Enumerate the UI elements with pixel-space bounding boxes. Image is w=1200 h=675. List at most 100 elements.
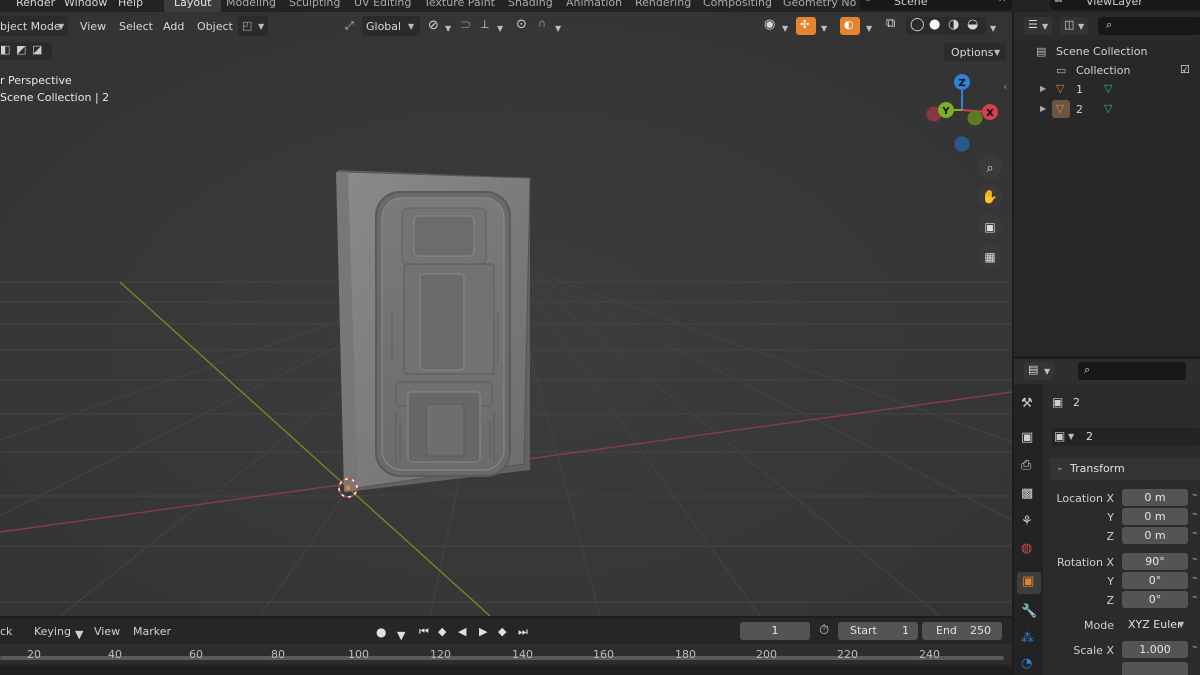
- scene-selector[interactable]: ⚙ Scene ✕: [860, 0, 1012, 10]
- timeline-ruler[interactable]: [0, 644, 1012, 664]
- tab-shading[interactable]: Shading: [498, 0, 563, 12]
- expand-arrow-icon[interactable]: ▶: [1040, 104, 1046, 113]
- options-button[interactable]: Options ▼: [944, 43, 1006, 61]
- transform-panel-header[interactable]: ⌄ Transform: [1050, 458, 1200, 480]
- view-layer-tab-icon[interactable]: ▩: [1021, 486, 1033, 501]
- menu-playback[interactable]: ck: [0, 625, 12, 638]
- modifier-tab-icon[interactable]: 🔧: [1021, 604, 1037, 619]
- transform-orientation-selector[interactable]: Global ▼: [362, 16, 420, 36]
- select-subtract-icon[interactable]: ◪: [32, 43, 42, 56]
- xray-icon[interactable]: ⧉: [886, 16, 895, 31]
- object-tab[interactable]: ▣: [1017, 572, 1041, 594]
- menu-help[interactable]: Help: [118, 0, 143, 9]
- collection-checkbox[interactable]: ☑: [1180, 63, 1190, 76]
- menu-add[interactable]: Add: [163, 20, 184, 33]
- current-frame-field[interactable]: 1: [740, 622, 810, 640]
- menu-marker[interactable]: Marker: [133, 625, 171, 638]
- proportional-edit-icon[interactable]: ⊙: [516, 17, 527, 32]
- overlay-toggle-button[interactable]: ◐: [840, 17, 860, 35]
- location-z-field[interactable]: 0 m: [1122, 527, 1188, 544]
- gizmo-neg-y[interactable]: [967, 110, 983, 126]
- menu-object[interactable]: Object: [197, 20, 233, 33]
- world-tab-icon[interactable]: ◍: [1021, 541, 1032, 556]
- end-frame-field[interactable]: End 250: [922, 622, 1002, 640]
- play-reverse-icon[interactable]: ◀: [458, 625, 466, 638]
- rotation-y-field[interactable]: 0°: [1122, 572, 1188, 589]
- timer-icon[interactable]: ⏱: [819, 623, 829, 638]
- keyframe-icon[interactable]: ⌁: [1192, 573, 1198, 584]
- gizmo-neg-z[interactable]: [954, 136, 970, 152]
- close-icon[interactable]: ✕: [998, 0, 1006, 5]
- tab-uv-editing[interactable]: UV Editing: [344, 0, 421, 12]
- select-new-icon[interactable]: ◧: [0, 43, 10, 56]
- outliner[interactable]: ☰ ▼ ◫ ▼ ⌕ ▤ Scene Collection ▭ Collectio…: [1014, 12, 1200, 356]
- material-shading-icon[interactable]: ◑: [948, 17, 959, 32]
- mode-selector[interactable]: bject Mode ▼: [0, 16, 68, 36]
- outliner-object-1[interactable]: 1: [1076, 83, 1083, 96]
- location-y-field[interactable]: 0 m: [1122, 508, 1188, 525]
- select-mode-buttons[interactable]: ◧ ◩ ◪: [0, 42, 52, 60]
- outliner-collection[interactable]: Collection: [1076, 64, 1130, 77]
- menu-keying[interactable]: Keying: [34, 625, 71, 638]
- particles-tab-icon[interactable]: ⁂: [1021, 631, 1034, 646]
- keyframe-icon[interactable]: ⌁: [1192, 509, 1198, 520]
- snap-icon[interactable]: ⊃: [460, 17, 472, 33]
- outliner-scene-collection[interactable]: Scene Collection: [1056, 45, 1147, 58]
- editor-type-button[interactable]: ◰ ▼: [238, 16, 268, 36]
- jump-end-icon[interactable]: ⏭: [518, 625, 528, 639]
- menu-render[interactable]: Render: [16, 0, 55, 9]
- physics-tab-icon[interactable]: ◔: [1021, 656, 1032, 671]
- falloff-icon[interactable]: ∩: [538, 17, 546, 30]
- tool-tab-icon[interactable]: ⚒: [1021, 396, 1033, 411]
- keyframe-icon[interactable]: ⌁: [1192, 592, 1198, 603]
- tab-animation[interactable]: Animation: [556, 0, 632, 12]
- gizmo-toggle-button[interactable]: ✣: [796, 17, 816, 35]
- next-keyframe-icon[interactable]: ◆: [498, 625, 506, 638]
- panel-object[interactable]: [336, 170, 531, 492]
- outliner-editor-type[interactable]: ☰ ▼: [1024, 17, 1052, 35]
- object-name-field[interactable]: ▣ ▼ 2: [1052, 428, 1200, 446]
- scale-y-field[interactable]: [1122, 662, 1188, 675]
- rotation-mode-select[interactable]: XYZ Euler ▼: [1122, 616, 1188, 633]
- jump-start-icon[interactable]: ⏮: [419, 625, 429, 639]
- tab-texture-paint[interactable]: Texture Paint: [414, 0, 505, 12]
- outliner-object-2[interactable]: 2: [1076, 103, 1083, 116]
- properties-editor-type[interactable]: ▤ ▼: [1024, 362, 1054, 380]
- rotation-x-field[interactable]: 90°: [1122, 553, 1188, 570]
- wireframe-shading-icon[interactable]: ◯: [910, 17, 925, 32]
- tab-compositing[interactable]: Compositing: [693, 0, 782, 12]
- tab-sculpting[interactable]: Sculpting: [279, 0, 350, 12]
- keyframe-icon[interactable]: ⌁: [1192, 554, 1198, 565]
- outliner-search-input[interactable]: ⌕: [1098, 17, 1200, 35]
- view-layer-selector[interactable]: ▦ ViewLayer: [1050, 0, 1200, 10]
- scene-tab-icon[interactable]: ⚘: [1021, 514, 1033, 529]
- expand-arrow-icon[interactable]: ▶: [1040, 84, 1046, 93]
- menu-view[interactable]: View: [94, 625, 120, 638]
- location-x-field[interactable]: 0 m: [1122, 489, 1188, 506]
- rendered-shading-icon[interactable]: ◒: [967, 17, 978, 32]
- tab-modeling[interactable]: Modeling: [216, 0, 286, 12]
- properties-search-input[interactable]: ⌕: [1078, 362, 1186, 380]
- snap-target-icon[interactable]: ⊥: [480, 18, 490, 31]
- play-icon[interactable]: ▶: [479, 625, 487, 638]
- output-tab-icon[interactable]: ⎙: [1021, 458, 1031, 473]
- solid-shading-icon[interactable]: ●: [929, 17, 940, 32]
- menu-view[interactable]: View: [80, 20, 106, 33]
- pivot-icon[interactable]: ⊘: [428, 18, 439, 33]
- menu-select[interactable]: Select: [119, 20, 153, 33]
- 3d-viewport[interactable]: Z Y X ⌕ ✋ ▣ ▦: [0, 12, 1012, 616]
- render-tab-icon[interactable]: ▣: [1021, 430, 1033, 445]
- keyframe-icon[interactable]: ⌁: [1192, 528, 1198, 539]
- start-frame-field[interactable]: Start 1: [838, 622, 918, 640]
- shading-modes[interactable]: ◯ ● ◑ ◒: [906, 17, 986, 35]
- select-extend-icon[interactable]: ◩: [16, 43, 26, 56]
- display-mode-button[interactable]: ◫ ▼: [1060, 17, 1088, 35]
- visibility-icon[interactable]: ◉: [764, 17, 775, 32]
- tab-layout[interactable]: Layout: [164, 0, 222, 12]
- tab-geometry-nodes[interactable]: Geometry No: [773, 0, 866, 12]
- record-icon[interactable]: ●: [376, 625, 386, 639]
- scale-x-field[interactable]: 1.000: [1122, 641, 1188, 658]
- keyframe-icon[interactable]: ⌁: [1192, 642, 1198, 653]
- keyframe-icon[interactable]: ⌁: [1192, 490, 1198, 501]
- rotation-z-field[interactable]: 0°: [1122, 591, 1188, 608]
